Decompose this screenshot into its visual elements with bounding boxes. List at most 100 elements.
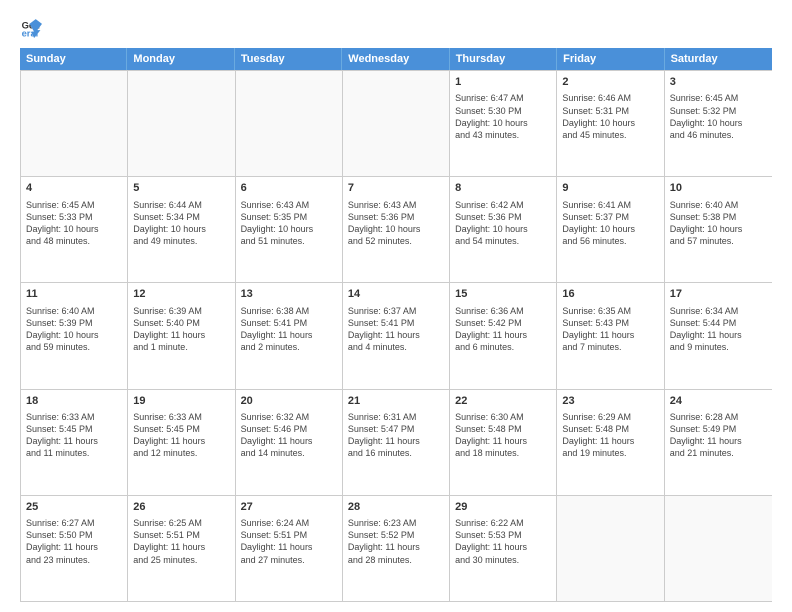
day-number: 5 <box>133 181 229 196</box>
day-number: 2 <box>562 75 658 90</box>
cell-info: Sunrise: 6:31 AM Sunset: 5:47 PM Dayligh… <box>348 411 444 460</box>
day-number: 18 <box>26 394 122 409</box>
cal-cell <box>236 71 343 176</box>
day-number: 6 <box>241 181 337 196</box>
cell-info: Sunrise: 6:35 AM Sunset: 5:43 PM Dayligh… <box>562 305 658 354</box>
cal-row-5: 25Sunrise: 6:27 AM Sunset: 5:50 PM Dayli… <box>21 496 772 602</box>
day-number: 16 <box>562 287 658 302</box>
cal-cell <box>557 496 664 601</box>
cal-cell: 16 Sunrise: 6:35 AM Sunset: 5:43 PM Dayli… <box>557 283 664 388</box>
cell-info: Sunrise: 6:45 AM Sunset: 5:33 PM Dayligh… <box>26 199 122 248</box>
day-number: 13 <box>241 287 337 302</box>
day-number: 14 <box>348 287 444 302</box>
day-number: 27 <box>241 500 337 515</box>
day-number: 19 <box>133 394 229 409</box>
cell-info: Sunrise: 6:40 AM Sunset: 5:38 PM Dayligh… <box>670 199 767 248</box>
day-number: 12 <box>133 287 229 302</box>
cell-info: Sunrise: 6:37 AM Sunset: 5:41 PM Dayligh… <box>348 305 444 354</box>
cell-info: Sunrise: 6:40 AM Sunset: 5:39 PM Dayligh… <box>26 305 122 354</box>
cal-cell: 12 Sunrise: 6:39 AM Sunset: 5:40 PM Dayli… <box>128 283 235 388</box>
cell-info: Sunrise: 6:25 AM Sunset: 5:51 PM Dayligh… <box>133 517 229 566</box>
cell-info: Sunrise: 6:32 AM Sunset: 5:46 PM Dayligh… <box>241 411 337 460</box>
cell-info: Sunrise: 6:22 AM Sunset: 5:53 PM Dayligh… <box>455 517 551 566</box>
cal-cell <box>21 71 128 176</box>
cal-row-1: 1 Sunrise: 6:47 AM Sunset: 5:30 PM Daylig… <box>21 71 772 177</box>
cell-info: Sunrise: 6:39 AM Sunset: 5:40 PM Dayligh… <box>133 305 229 354</box>
cell-info: Sunrise: 6:38 AM Sunset: 5:41 PM Dayligh… <box>241 305 337 354</box>
logo: Gen eral <box>20 16 46 38</box>
cal-cell: 28Sunrise: 6:23 AM Sunset: 5:52 PM Dayli… <box>343 496 450 601</box>
day-number: 26 <box>133 500 229 515</box>
cal-cell: 10 Sunrise: 6:40 AM Sunset: 5:38 PM Dayli… <box>665 177 772 282</box>
cal-cell: 2 Sunrise: 6:46 AM Sunset: 5:31 PM Daylig… <box>557 71 664 176</box>
day-number: 23 <box>562 394 658 409</box>
header-cell-friday: Friday <box>557 48 664 70</box>
cal-cell: 24 Sunrise: 6:28 AM Sunset: 5:49 PM Dayli… <box>665 390 772 495</box>
cal-row-3: 11 Sunrise: 6:40 AM Sunset: 5:39 PM Dayli… <box>21 283 772 389</box>
cal-cell: 19 Sunrise: 6:33 AM Sunset: 5:45 PM Dayli… <box>128 390 235 495</box>
cal-cell <box>343 71 450 176</box>
cell-info: Sunrise: 6:33 AM Sunset: 5:45 PM Dayligh… <box>133 411 229 460</box>
day-number: 20 <box>241 394 337 409</box>
cell-info: Sunrise: 6:43 AM Sunset: 5:35 PM Dayligh… <box>241 199 337 248</box>
day-number: 1 <box>455 75 551 90</box>
cal-cell: 6 Sunrise: 6:43 AM Sunset: 5:35 PM Daylig… <box>236 177 343 282</box>
cal-cell: 1 Sunrise: 6:47 AM Sunset: 5:30 PM Daylig… <box>450 71 557 176</box>
cal-cell: 11 Sunrise: 6:40 AM Sunset: 5:39 PM Dayli… <box>21 283 128 388</box>
header-cell-tuesday: Tuesday <box>235 48 342 70</box>
cal-cell: 29 Sunrise: 6:22 AM Sunset: 5:53 PM Dayli… <box>450 496 557 601</box>
cal-cell: 4 Sunrise: 6:45 AM Sunset: 5:33 PM Daylig… <box>21 177 128 282</box>
day-number: 29 <box>455 500 551 515</box>
header-cell-wednesday: Wednesday <box>342 48 449 70</box>
cal-cell: 21 Sunrise: 6:31 AM Sunset: 5:47 PM Dayli… <box>343 390 450 495</box>
cal-cell: 27Sunrise: 6:24 AM Sunset: 5:51 PM Dayli… <box>236 496 343 601</box>
day-number: 3 <box>670 75 767 90</box>
cell-info: Sunrise: 6:45 AM Sunset: 5:32 PM Dayligh… <box>670 92 767 141</box>
day-number: 9 <box>562 181 658 196</box>
cal-cell <box>128 71 235 176</box>
day-number: 24 <box>670 394 767 409</box>
day-number: 11 <box>26 287 122 302</box>
cell-info: Sunrise: 6:42 AM Sunset: 5:36 PM Dayligh… <box>455 199 551 248</box>
cal-row-4: 18 Sunrise: 6:33 AM Sunset: 5:45 PM Dayli… <box>21 390 772 496</box>
cell-info: Sunrise: 6:36 AM Sunset: 5:42 PM Dayligh… <box>455 305 551 354</box>
cal-cell: 7 Sunrise: 6:43 AM Sunset: 5:36 PM Daylig… <box>343 177 450 282</box>
header-cell-thursday: Thursday <box>450 48 557 70</box>
day-number: 8 <box>455 181 551 196</box>
cell-info: Sunrise: 6:47 AM Sunset: 5:30 PM Dayligh… <box>455 92 551 141</box>
day-number: 21 <box>348 394 444 409</box>
cal-cell: 20 Sunrise: 6:32 AM Sunset: 5:46 PM Dayli… <box>236 390 343 495</box>
cal-cell: 13 Sunrise: 6:38 AM Sunset: 5:41 PM Dayli… <box>236 283 343 388</box>
cal-cell: 25Sunrise: 6:27 AM Sunset: 5:50 PM Dayli… <box>21 496 128 601</box>
cell-info: Sunrise: 6:27 AM Sunset: 5:50 PM Dayligh… <box>26 517 122 566</box>
cell-info: Sunrise: 6:44 AM Sunset: 5:34 PM Dayligh… <box>133 199 229 248</box>
calendar: SundayMondayTuesdayWednesdayThursdayFrid… <box>20 48 772 602</box>
day-number: 10 <box>670 181 767 196</box>
cal-cell: 8 Sunrise: 6:42 AM Sunset: 5:36 PM Daylig… <box>450 177 557 282</box>
cal-row-2: 4 Sunrise: 6:45 AM Sunset: 5:33 PM Daylig… <box>21 177 772 283</box>
cell-info: Sunrise: 6:43 AM Sunset: 5:36 PM Dayligh… <box>348 199 444 248</box>
cell-info: Sunrise: 6:34 AM Sunset: 5:44 PM Dayligh… <box>670 305 767 354</box>
header-cell-sunday: Sunday <box>20 48 127 70</box>
day-number: 17 <box>670 287 767 302</box>
day-number: 4 <box>26 181 122 196</box>
cal-cell: 22 Sunrise: 6:30 AM Sunset: 5:48 PM Dayli… <box>450 390 557 495</box>
cal-cell: 3 Sunrise: 6:45 AM Sunset: 5:32 PM Daylig… <box>665 71 772 176</box>
cal-cell: 14 Sunrise: 6:37 AM Sunset: 5:41 PM Dayli… <box>343 283 450 388</box>
cell-info: Sunrise: 6:23 AM Sunset: 5:52 PM Dayligh… <box>348 517 444 566</box>
cal-cell: 5 Sunrise: 6:44 AM Sunset: 5:34 PM Daylig… <box>128 177 235 282</box>
cal-cell: 9Sunrise: 6:41 AM Sunset: 5:37 PM Daylig… <box>557 177 664 282</box>
header-cell-monday: Monday <box>127 48 234 70</box>
cell-info: Sunrise: 6:30 AM Sunset: 5:48 PM Dayligh… <box>455 411 551 460</box>
day-number: 7 <box>348 181 444 196</box>
cal-cell: 23Sunrise: 6:29 AM Sunset: 5:48 PM Dayli… <box>557 390 664 495</box>
day-number: 22 <box>455 394 551 409</box>
cell-info: Sunrise: 6:46 AM Sunset: 5:31 PM Dayligh… <box>562 92 658 141</box>
cal-cell: 18 Sunrise: 6:33 AM Sunset: 5:45 PM Dayli… <box>21 390 128 495</box>
cal-cell <box>665 496 772 601</box>
header-cell-saturday: Saturday <box>665 48 772 70</box>
cell-info: Sunrise: 6:33 AM Sunset: 5:45 PM Dayligh… <box>26 411 122 460</box>
cal-cell: 26 Sunrise: 6:25 AM Sunset: 5:51 PM Dayli… <box>128 496 235 601</box>
calendar-header: SundayMondayTuesdayWednesdayThursdayFrid… <box>20 48 772 70</box>
cell-info: Sunrise: 6:28 AM Sunset: 5:49 PM Dayligh… <box>670 411 767 460</box>
